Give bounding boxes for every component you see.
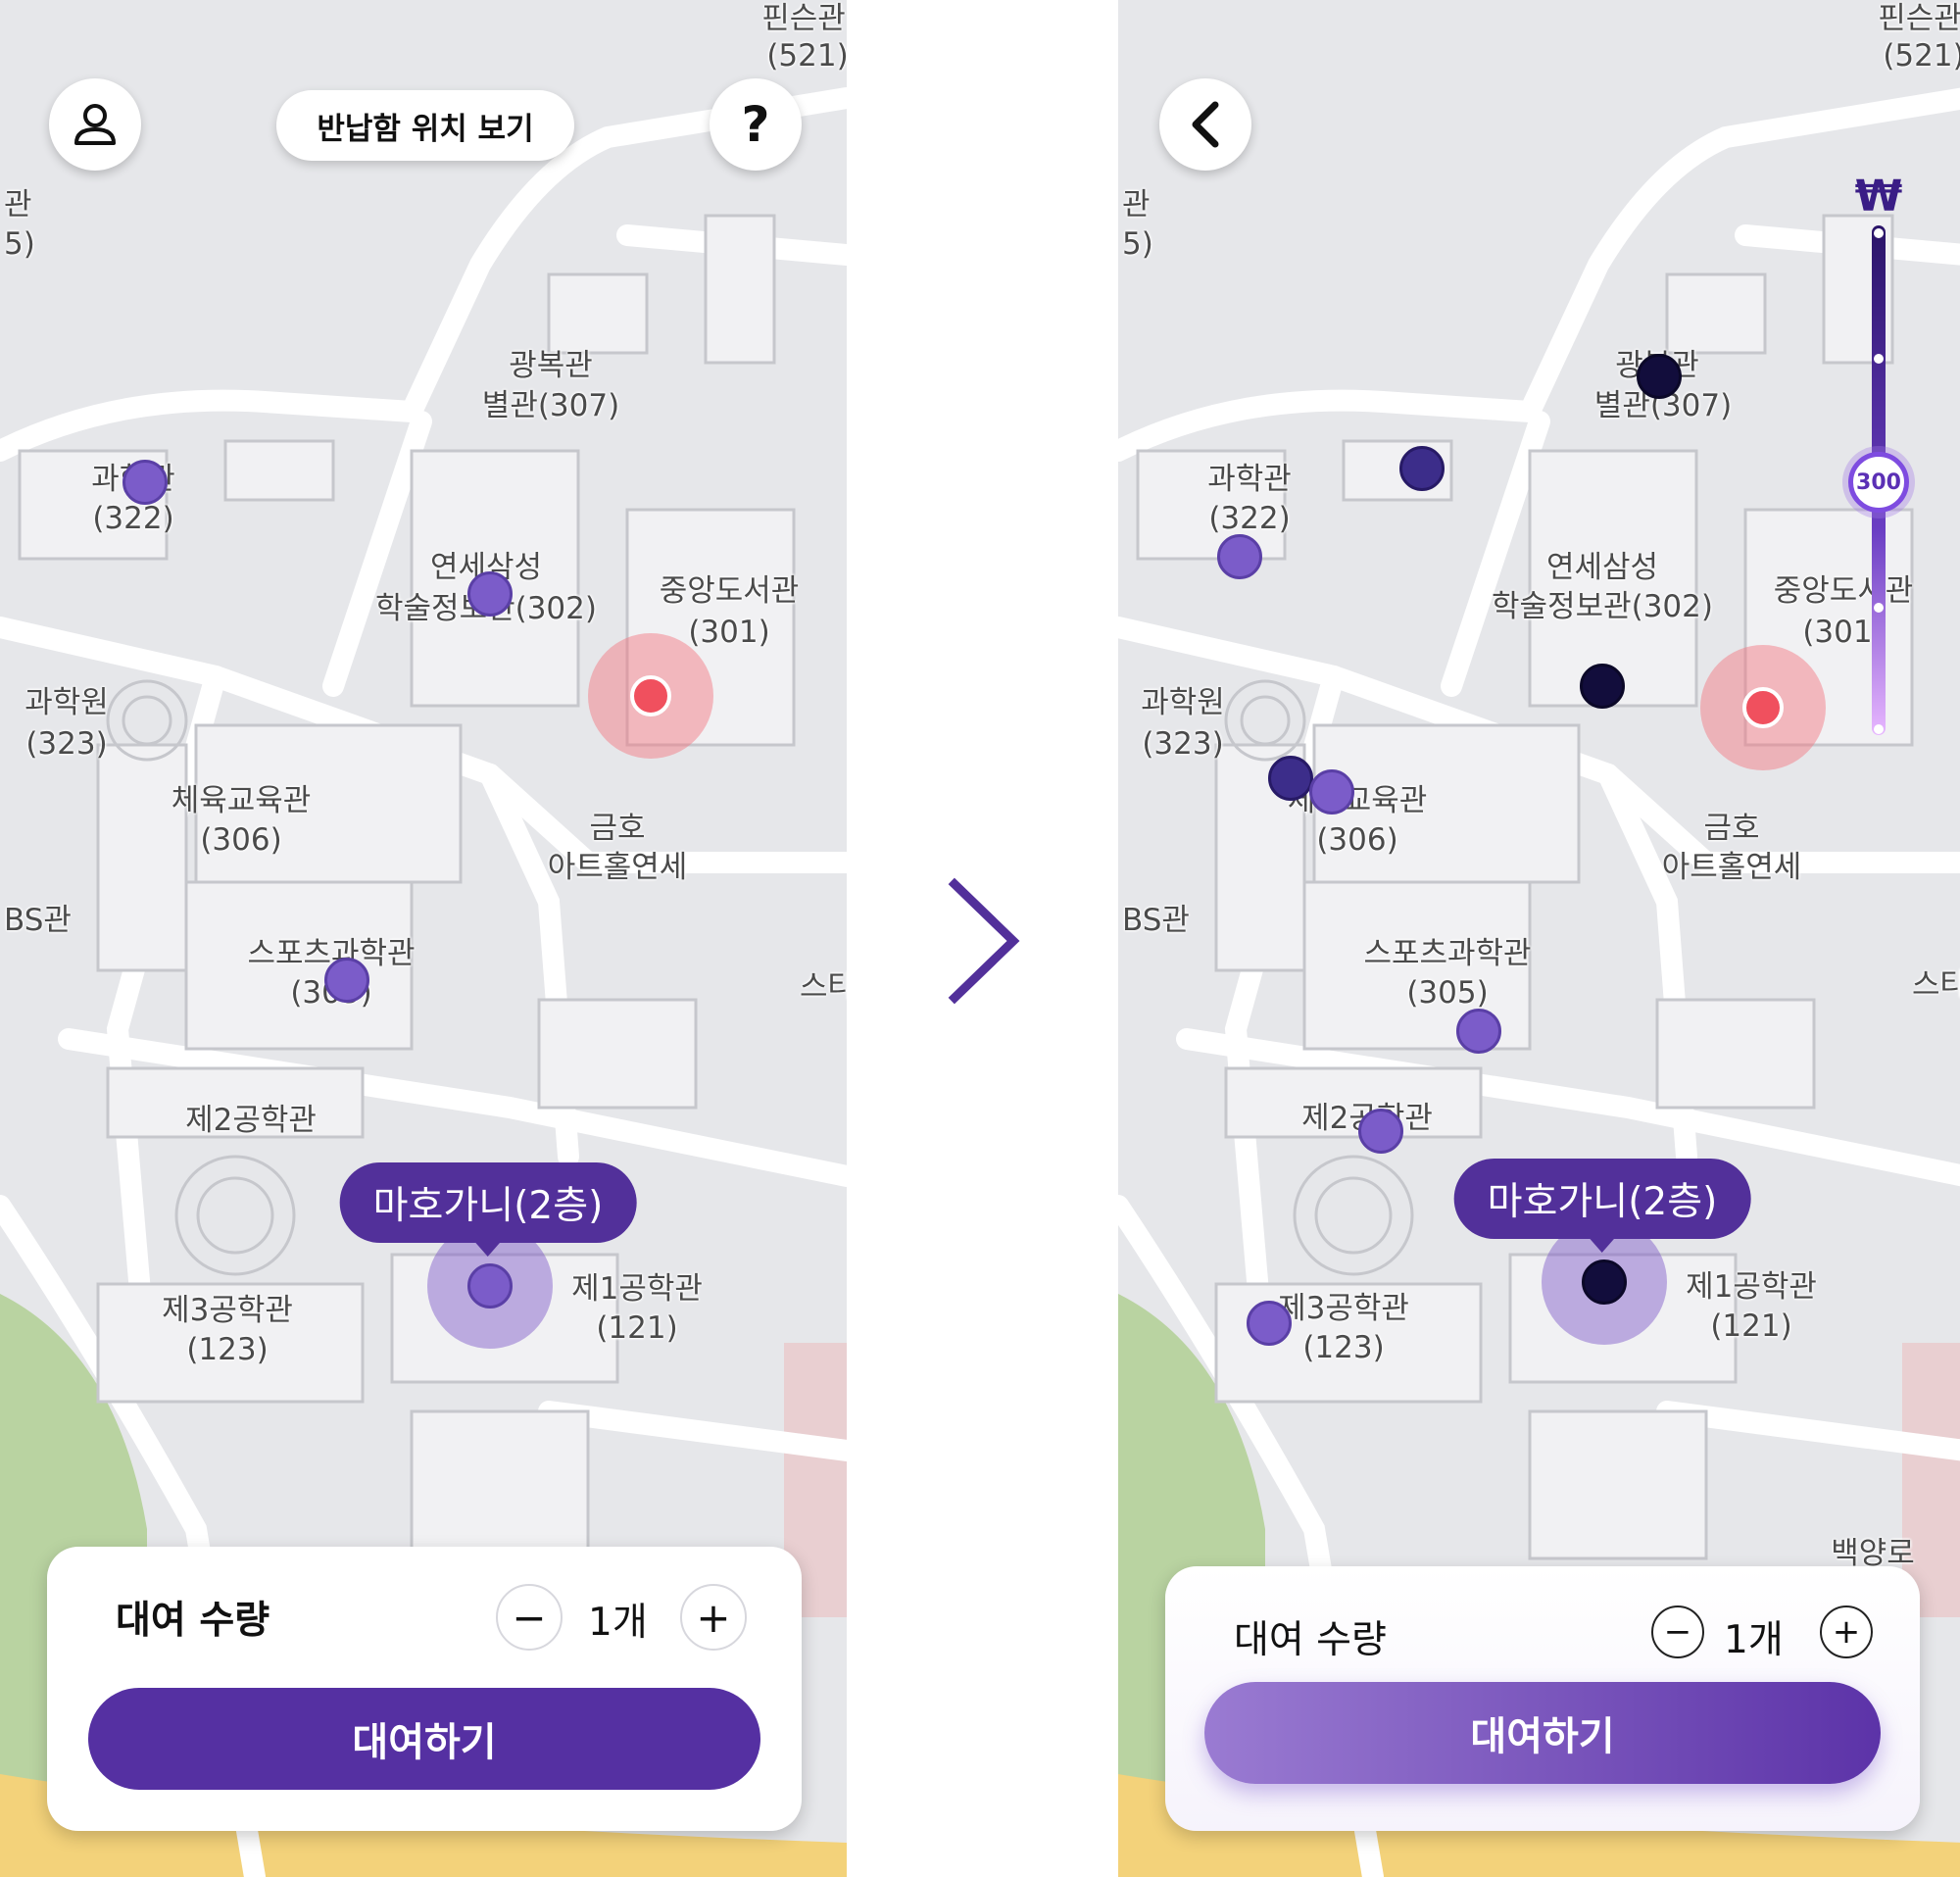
label-kumho: 금호 xyxy=(589,811,646,846)
station-pin[interactable] xyxy=(1637,354,1682,399)
increase-qty-button[interactable]: + xyxy=(680,1584,747,1651)
label-pe-hall: 체육교육관 xyxy=(171,783,312,818)
slider-tick xyxy=(1874,603,1884,613)
label-eng3-no: (123) xyxy=(186,1332,269,1367)
label-pe-hall-no: (306) xyxy=(200,822,282,858)
decrease-qty-button[interactable]: − xyxy=(1651,1605,1704,1658)
rental-qty-label: 대여 수량 xyxy=(1234,1618,1387,1662)
rental-qty-label: 대여 수량 xyxy=(116,1599,270,1643)
label-science-hall-no: (322) xyxy=(1208,501,1291,536)
chevron-left-icon xyxy=(1192,101,1219,148)
label-samsung: 연세삼성 xyxy=(1545,550,1659,585)
station-pin[interactable] xyxy=(1399,446,1445,491)
selected-station-pin[interactable] xyxy=(1582,1260,1627,1305)
station-pin[interactable] xyxy=(1268,756,1313,801)
chevron-right-icon xyxy=(948,877,1020,1005)
label-pinsun-no: (521) xyxy=(1883,38,1960,74)
label-science-inst-no: (323) xyxy=(25,726,108,762)
label-eng3-no: (123) xyxy=(1302,1330,1385,1365)
user-icon xyxy=(74,104,116,145)
label-edge-no: 5) xyxy=(4,226,35,262)
label-eng2: 제2공학관 xyxy=(185,1103,317,1138)
selected-station-pin[interactable] xyxy=(467,1263,513,1309)
increase-qty-button[interactable]: + xyxy=(1820,1605,1873,1658)
label-edge: 관 xyxy=(4,187,32,222)
label-science-inst-no: (323) xyxy=(1142,726,1224,762)
station-pin[interactable] xyxy=(324,958,369,1003)
label-samsung-2: 학술정보관(302) xyxy=(1492,589,1713,624)
station-pin[interactable] xyxy=(1580,664,1625,709)
rent-button[interactable]: 대여하기 xyxy=(1204,1682,1881,1784)
label-kumho-2: 아트홀연세 xyxy=(1661,850,1802,885)
label-pinsun: 핀슨관 xyxy=(1878,1,1960,36)
rent-button[interactable]: 대여하기 xyxy=(88,1688,760,1790)
label-library: 중앙도서관 xyxy=(1773,573,1914,609)
label-pe-hall-no: (306) xyxy=(1316,822,1398,858)
won-icon: ₩ xyxy=(1854,171,1903,222)
label-eng1: 제1공학관 xyxy=(571,1271,703,1307)
label-science-hall: 과학관 xyxy=(1207,462,1292,497)
qty-value: 1개 xyxy=(1724,1618,1784,1662)
slider-tick xyxy=(1874,354,1884,364)
current-location-marker xyxy=(1742,687,1784,728)
label-eng3: 제3공학관 xyxy=(1278,1291,1409,1326)
slider-tick xyxy=(1874,724,1884,734)
station-tooltip[interactable]: 마호가니(2층) xyxy=(1453,1159,1751,1253)
help-button[interactable]: ? xyxy=(710,78,802,171)
map-screen-before: 핀슨관 (521) 관 5) 광복관 별관(307) 과학관 (322) 연세삼… xyxy=(0,0,847,1877)
label-edge-right: 스타 xyxy=(800,969,847,1005)
label-library: 중앙도서관 xyxy=(659,573,800,609)
station-pin[interactable] xyxy=(1217,534,1262,579)
station-pin[interactable] xyxy=(1358,1109,1403,1154)
back-button[interactable] xyxy=(1159,78,1251,171)
qty-value: 1개 xyxy=(588,1601,648,1645)
help-icon: ? xyxy=(741,96,770,153)
price-slider-knob[interactable]: 300 xyxy=(1848,452,1909,513)
label-pinsun-no: (521) xyxy=(766,38,847,74)
station-pin[interactable] xyxy=(1247,1301,1292,1346)
label-library-no: (301) xyxy=(688,615,770,650)
rental-sheet: 대여 수량 − 1개 + 대여하기 xyxy=(1165,1566,1920,1831)
current-location-marker xyxy=(630,675,671,716)
station-pin[interactable] xyxy=(1456,1009,1501,1054)
slider-tick xyxy=(1874,228,1884,238)
rental-sheet: 대여 수량 − 1개 + 대여하기 xyxy=(47,1547,802,1831)
label-sports-sci-no: (305) xyxy=(1406,975,1489,1011)
label-kumho: 금호 xyxy=(1703,811,1760,846)
label-science-inst: 과학원 xyxy=(24,685,109,720)
label-eng1: 제1공학관 xyxy=(1686,1269,1817,1305)
label-edge: 관 xyxy=(1122,187,1151,222)
label-science-inst: 과학원 xyxy=(1141,685,1225,720)
profile-button[interactable] xyxy=(49,78,141,171)
label-kumho-2: 아트홀연세 xyxy=(547,850,688,885)
label-edge-right: 스타 xyxy=(1912,967,1960,1003)
station-pin[interactable] xyxy=(122,460,168,505)
station-pin[interactable] xyxy=(1309,769,1354,815)
station-pin[interactable] xyxy=(467,571,513,617)
view-return-box-button[interactable]: 반납함 위치 보기 xyxy=(276,90,574,161)
label-eng1-no: (121) xyxy=(596,1310,678,1346)
label-gwanbok: 광복관 xyxy=(509,348,593,383)
label-bs-hall: BS관 xyxy=(1122,903,1190,938)
label-pinsun: 핀슨관 xyxy=(761,1,846,36)
label-sports-sci: 스포츠과학관 xyxy=(1363,936,1532,971)
decrease-qty-button[interactable]: − xyxy=(496,1584,563,1651)
label-eng1-no: (121) xyxy=(1710,1309,1792,1344)
label-bs-hall: BS관 xyxy=(4,903,72,938)
station-tooltip[interactable]: 마호가니(2층) xyxy=(339,1162,637,1257)
label-gwanbok-annex: 별관(307) xyxy=(481,388,620,423)
label-eng3: 제3공학관 xyxy=(162,1293,293,1328)
label-edge-no: 5) xyxy=(1122,226,1153,262)
map-screen-after: 핀슨관 (521) 관 5) 광복관 별관(307) 과학관 (322) 연세삼… xyxy=(1118,0,1960,1877)
label-science-hall-no: (322) xyxy=(92,501,174,536)
